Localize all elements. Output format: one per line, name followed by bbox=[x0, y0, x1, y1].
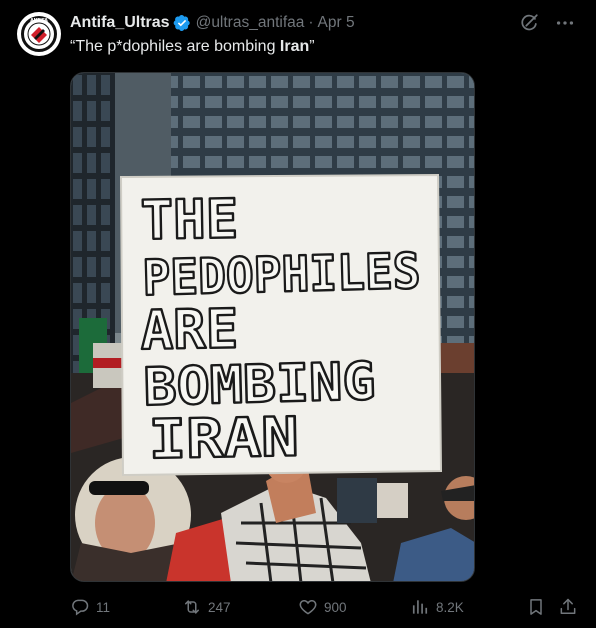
reply-count: 11 bbox=[96, 599, 111, 615]
views-button[interactable]: 8.2K bbox=[410, 594, 464, 620]
views-count: 8.2K bbox=[436, 599, 464, 615]
verified-badge-icon[interactable] bbox=[173, 14, 191, 32]
like-icon bbox=[299, 599, 317, 615]
display-name[interactable]: Antifa_Ultras bbox=[70, 14, 170, 32]
tweet-actions: 11 247 900 8.2K bbox=[70, 594, 580, 620]
tweet-text: “The p*dophiles are bombing Iran” bbox=[70, 38, 315, 56]
handle[interactable]: @ultras_antifaa bbox=[196, 14, 305, 32]
tweet-top-icons bbox=[518, 12, 576, 34]
bookmark-button[interactable] bbox=[526, 594, 546, 620]
views-icon bbox=[412, 600, 428, 614]
like-button[interactable]: 900 bbox=[298, 594, 347, 620]
tweet-text-start: “The p*dophiles are bombing bbox=[70, 38, 280, 55]
grok-icon[interactable] bbox=[518, 12, 540, 34]
tweet[interactable]: ANTIFA Antifa_Ultras @ultras_antifaa · A… bbox=[0, 0, 596, 628]
share-button[interactable] bbox=[558, 594, 578, 620]
separator: · bbox=[308, 14, 314, 31]
sign-line-1: THE bbox=[140, 187, 239, 252]
like-count: 900 bbox=[324, 599, 347, 615]
tweet-date[interactable]: Apr 5 bbox=[318, 14, 355, 32]
repost-button[interactable]: 247 bbox=[182, 594, 231, 620]
reply-button[interactable]: 11 bbox=[70, 594, 110, 620]
protest-photo: THE PEDOPHILES ARE BOMBING IRAN bbox=[71, 73, 474, 581]
bookmark-icon bbox=[530, 599, 542, 615]
share-icon bbox=[560, 598, 576, 614]
tweet-text-bold: Iran bbox=[279, 38, 310, 55]
sign-line-3: ARE bbox=[140, 297, 239, 362]
repost-icon bbox=[185, 600, 199, 614]
reply-icon bbox=[72, 599, 89, 616]
repost-count: 247 bbox=[208, 599, 231, 615]
tweet-text-end: ” bbox=[309, 38, 315, 55]
avatar[interactable]: ANTIFA bbox=[17, 12, 61, 56]
tweet-header: Antifa_Ultras @ultras_antifaa · Apr 5 bbox=[70, 12, 355, 34]
antifa-logo: ANTIFA bbox=[18, 13, 60, 55]
tweet-photo[interactable]: THE PEDOPHILES ARE BOMBING IRAN bbox=[70, 72, 475, 582]
more-icon[interactable] bbox=[554, 12, 576, 34]
avatar-text: ANTIFA bbox=[30, 18, 48, 24]
sign-line-5: IRAN bbox=[148, 405, 299, 471]
